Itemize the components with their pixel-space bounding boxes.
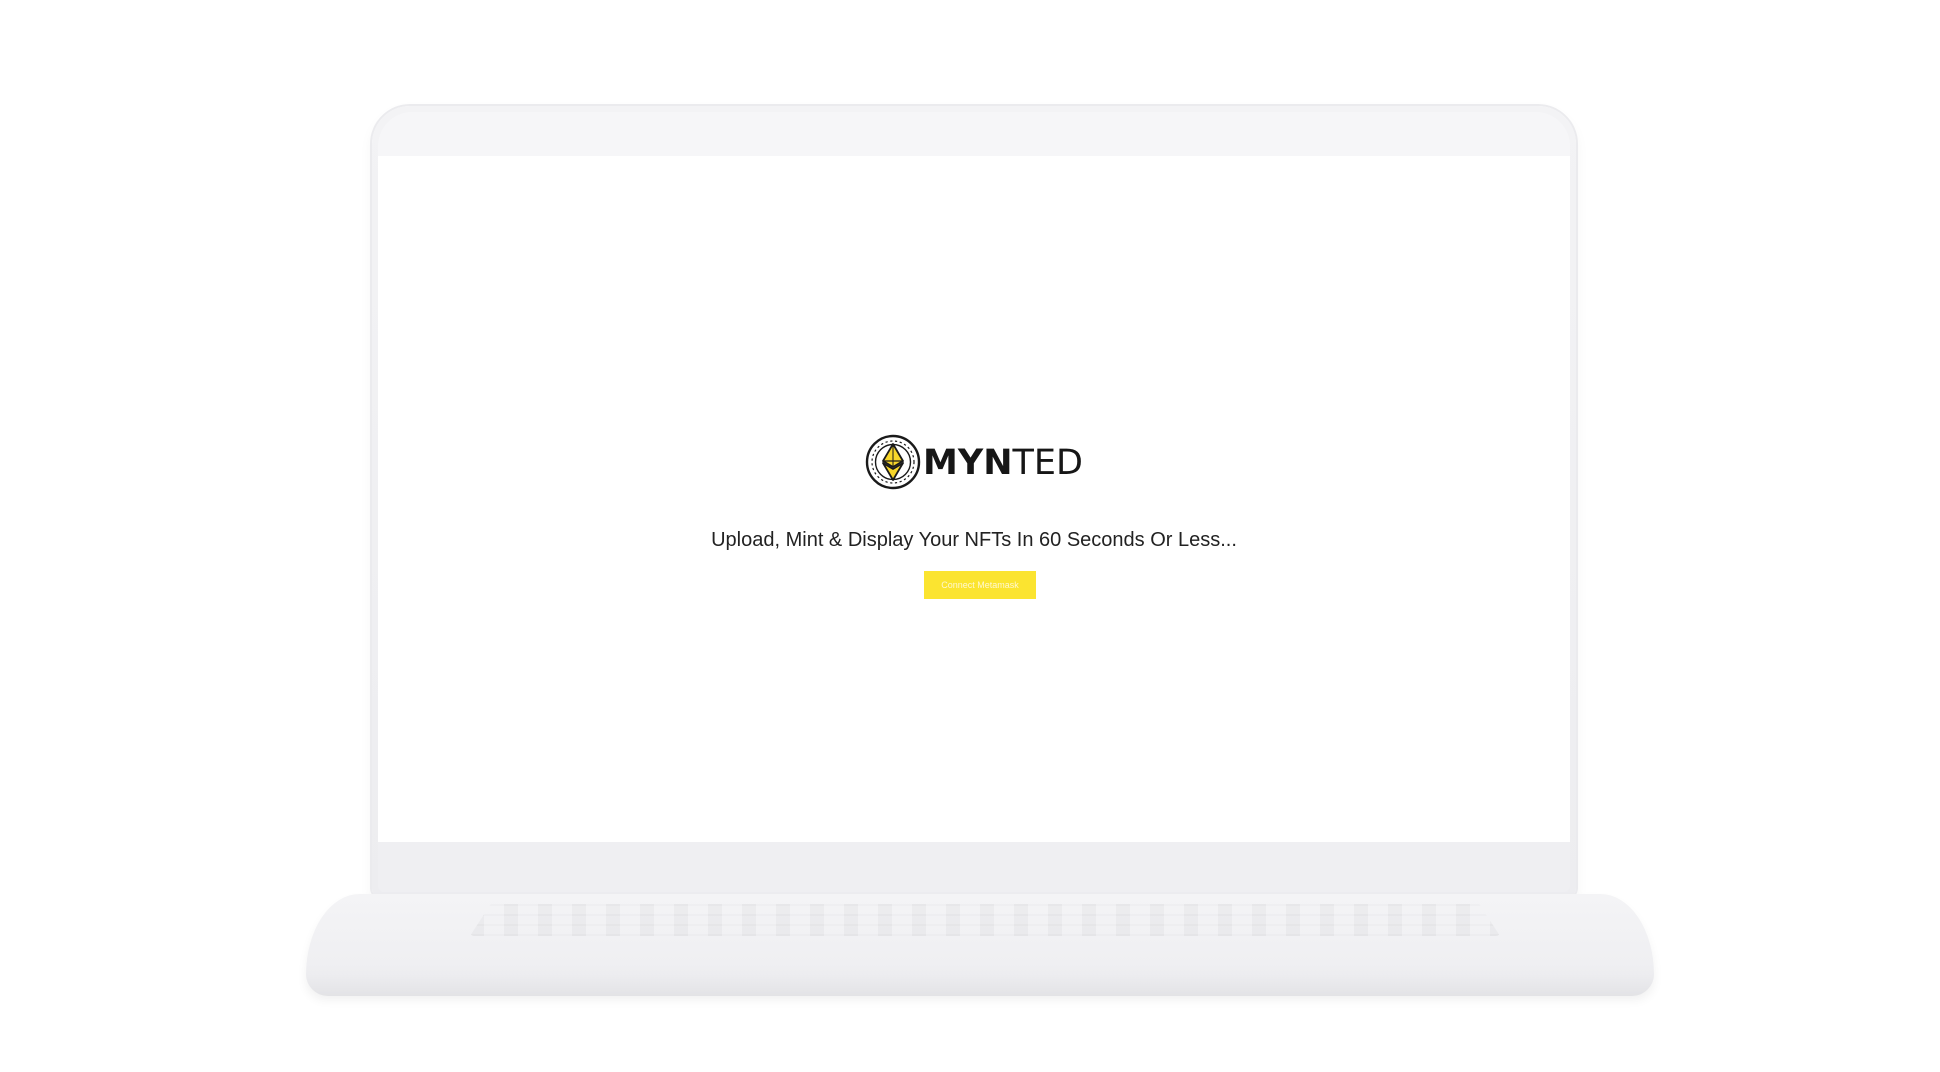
screen-bottom-bezel: [378, 842, 1570, 892]
laptop-base-edge: [306, 974, 1654, 996]
ethereum-coin-icon: [865, 434, 921, 490]
brand-name-bold: MYN: [923, 442, 1013, 483]
hero-tagline: Upload, Mint & Display Your NFTs In 60 S…: [711, 529, 1237, 551]
app-screen: MYNTED Upload, Mint & Display Your NFTs …: [378, 156, 1570, 842]
brand-name-light: TED: [1012, 442, 1083, 483]
connect-metamask-button[interactable]: Connect Metamask: [924, 571, 1036, 599]
screen-top-bezel: [378, 112, 1570, 162]
laptop-keyboard: [470, 904, 1500, 936]
brand-logo: MYNTED: [378, 434, 1570, 490]
mockup-stage: MYNTED Upload, Mint & Display Your NFTs …: [0, 0, 1940, 1072]
brand-wordmark: MYNTED: [923, 442, 1083, 483]
